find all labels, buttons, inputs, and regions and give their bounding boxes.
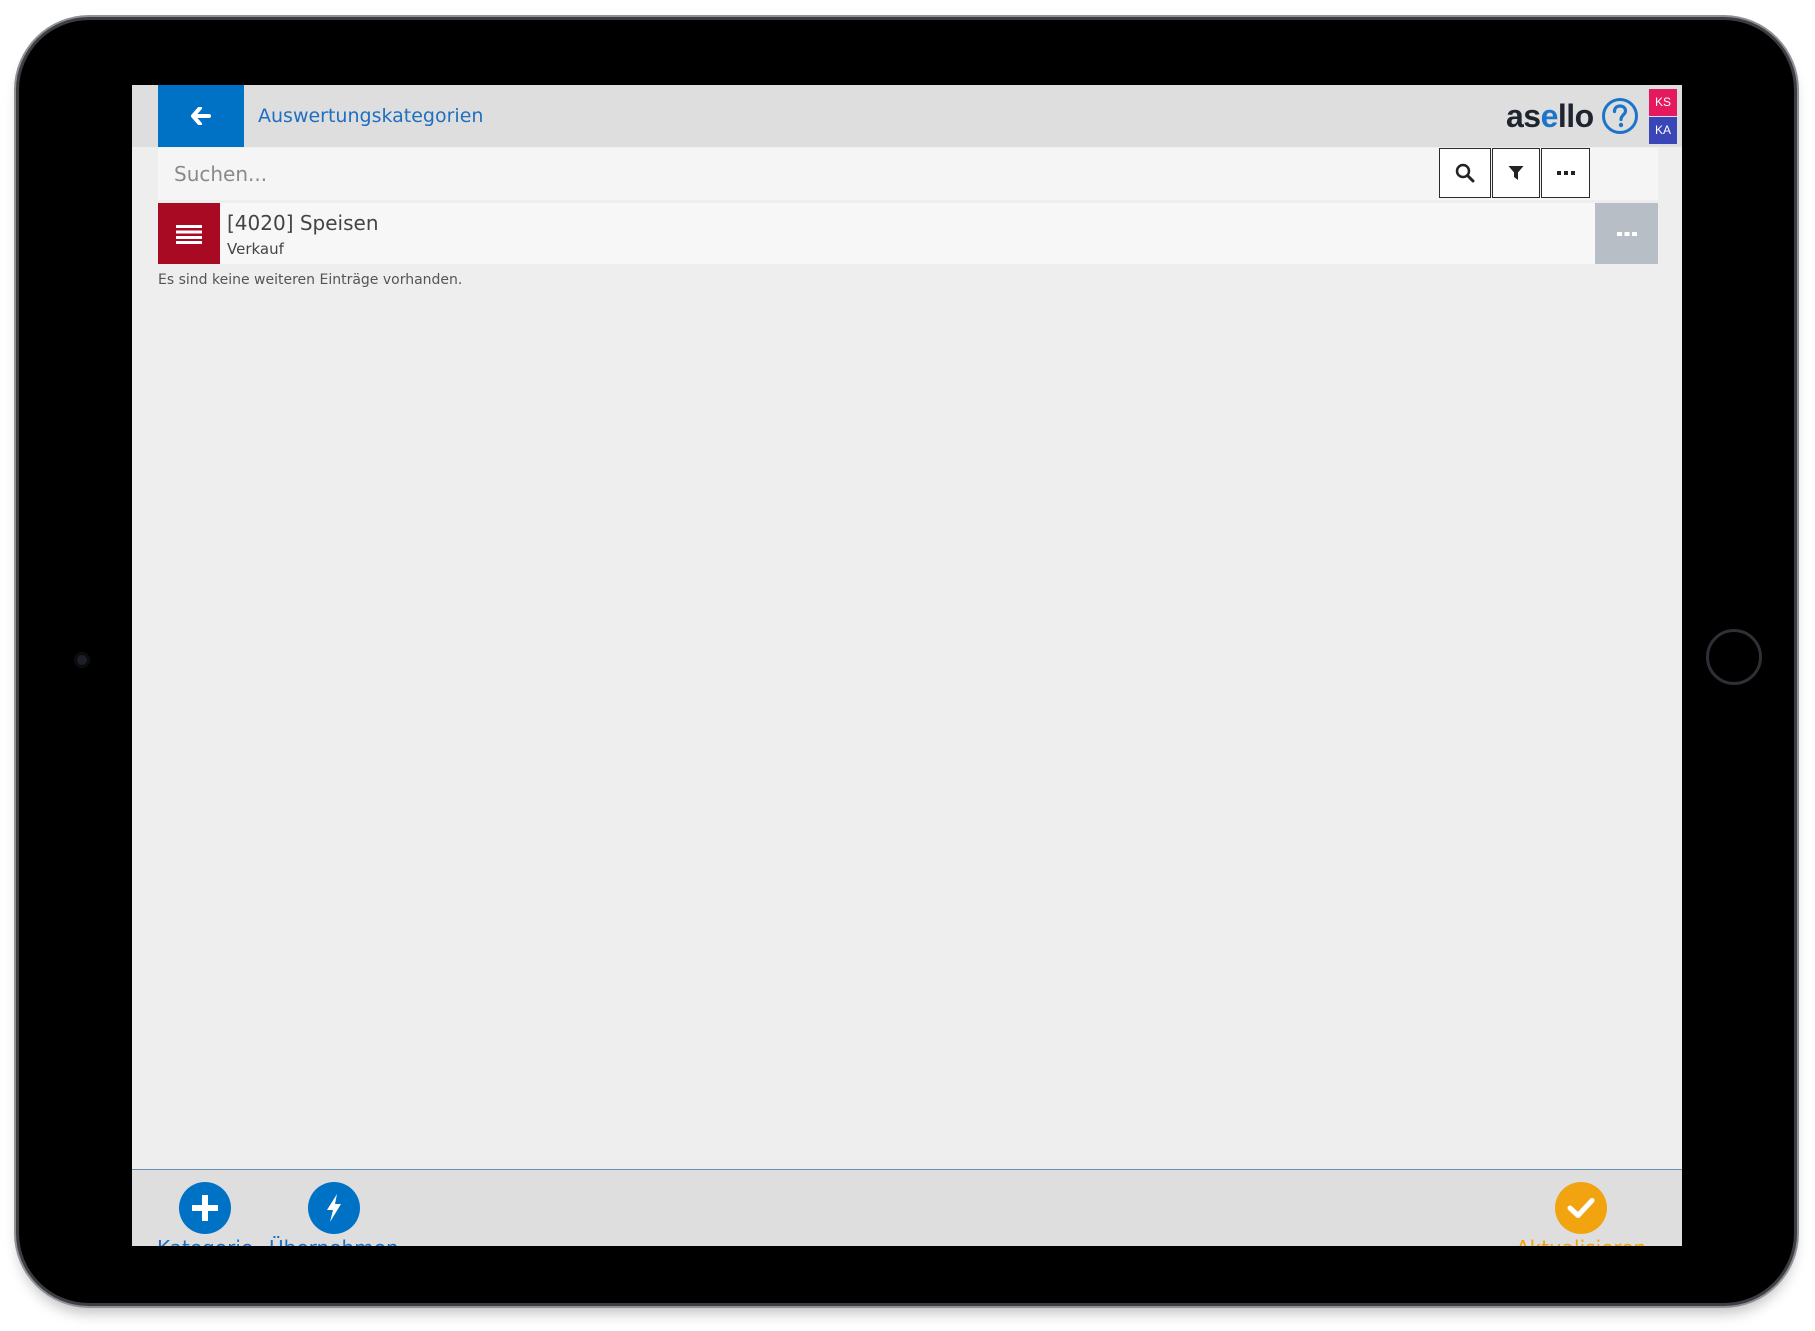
add-category-button[interactable]: Kategorie <box>157 1182 253 1246</box>
page-title: Auswertungskategorien <box>258 105 484 127</box>
home-button[interactable] <box>1706 629 1762 685</box>
uebernehmen-label: Übernehmen <box>269 1236 399 1246</box>
search-input[interactable] <box>158 148 1438 200</box>
plus-icon <box>192 1195 219 1221</box>
app-screen: Auswertungskategorien asello KS KA Suche… <box>132 85 1682 1246</box>
item-more-button[interactable] <box>1595 203 1658 264</box>
arrow-left-icon <box>191 107 211 125</box>
back-button[interactable] <box>158 85 244 147</box>
add-button-circle <box>179 1182 232 1234</box>
add-category-label: Kategorie <box>157 1236 253 1246</box>
more-options-button[interactable] <box>1541 148 1590 198</box>
lightning-icon <box>326 1194 341 1222</box>
uebernehmen-button[interactable]: Übernehmen <box>269 1182 399 1246</box>
aktualisieren-button-circle <box>1555 1182 1608 1234</box>
item-icon-tile <box>158 203 220 264</box>
badge-ka[interactable]: KA <box>1649 117 1677 144</box>
brand-logo: asello <box>1506 98 1594 135</box>
aktualisieren-button[interactable]: Aktualisieren <box>1516 1182 1646 1246</box>
item-subtitle: Verkauf <box>227 240 284 258</box>
logo-prefix: as <box>1506 98 1541 134</box>
uebernehmen-button-circle <box>307 1182 360 1234</box>
list-item[interactable]: [4020] Speisen Verkauf <box>158 203 1658 264</box>
search-icon <box>1455 163 1475 183</box>
tablet-frame: Auswertungskategorien asello KS KA Suche… <box>19 20 1794 1303</box>
empty-list-note: Es sind keine weiteren Einträge vorhande… <box>158 272 463 288</box>
aktualisieren-label: Aktualisieren <box>1516 1236 1646 1246</box>
checkmark-icon <box>1567 1198 1595 1218</box>
filter-icon <box>1508 166 1524 180</box>
camera-dot <box>74 652 90 668</box>
filter-button[interactable] <box>1492 148 1540 198</box>
search-bar <box>158 148 1658 200</box>
logo-accent: e <box>1540 98 1559 134</box>
badge-ks[interactable]: KS <box>1649 89 1677 116</box>
bottom-toolbar: Kategorie Übernehmen Aktualisieren <box>132 1169 1682 1246</box>
top-bar: Auswertungskategorien asello KS KA <box>132 85 1682 147</box>
logo-suffix: llo <box>1557 98 1594 134</box>
list-icon <box>176 224 202 244</box>
ellipsis-icon <box>1616 231 1637 236</box>
search-button[interactable] <box>1439 148 1491 198</box>
ellipsis-icon <box>1556 171 1575 175</box>
help-icon[interactable] <box>1601 97 1639 135</box>
item-title: [4020] Speisen <box>227 211 379 235</box>
